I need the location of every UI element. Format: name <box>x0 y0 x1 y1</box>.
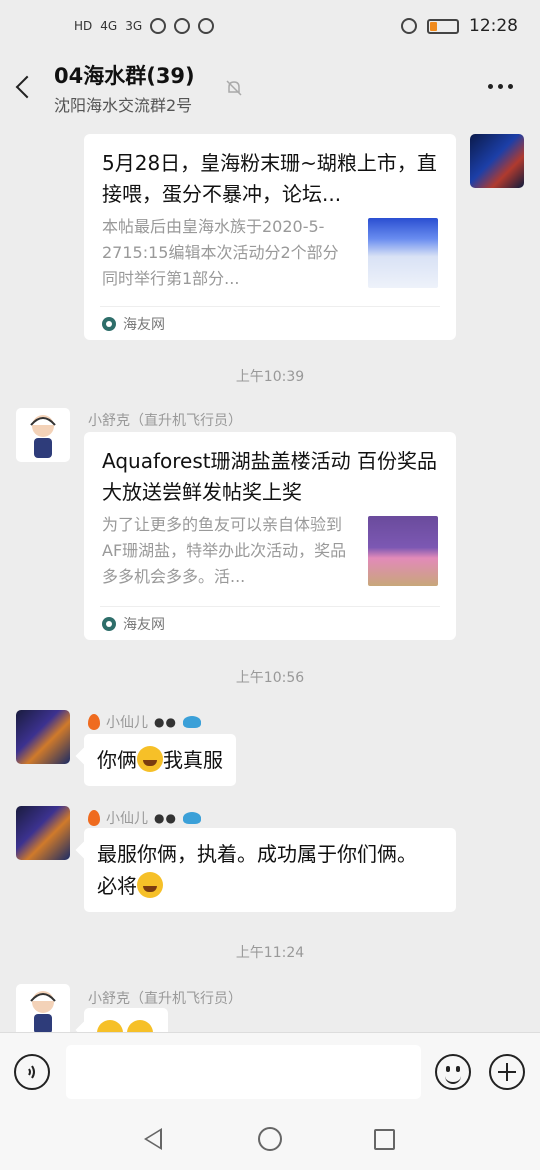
message-text: 你俩 <box>97 748 137 772</box>
hd-indicator: HD <box>74 19 93 33</box>
laughing-face-emoji-icon <box>137 872 163 898</box>
card-source-label: 海友网 <box>123 317 165 333</box>
card-thumbnail-image <box>368 516 438 586</box>
voice-wave-icon <box>28 1065 35 1079</box>
mute-bell-icon <box>226 80 242 96</box>
sender-name-text: 小舒克（直升机飞行员） <box>88 413 242 429</box>
status-left-icons: HD 4G 3G <box>74 18 215 34</box>
text-message-bubble[interactable]: 你俩 我真服 <box>84 734 236 786</box>
message-input-bar <box>0 1032 540 1112</box>
more-actions-button[interactable] <box>489 1054 525 1090</box>
message-text: 我真服 <box>163 748 223 772</box>
battery-icon <box>427 18 459 34</box>
avatar-fairy[interactable] <box>16 806 70 860</box>
sender-name: 小舒克（直升机飞行员） <box>88 410 242 430</box>
app-notification-icon <box>198 18 215 34</box>
alarm-icon <box>401 18 417 34</box>
card-title: 5月28日，皇海粉末珊~瑚粮上市，直接喂，蛋分不暴冲，论坛... <box>102 151 437 206</box>
system-home-button[interactable] <box>258 1127 282 1151</box>
flame-icon <box>88 810 100 826</box>
eyes-emoji-icon: ●● <box>154 811 177 825</box>
sender-name: 小舒克（直升机飞行员） <box>88 988 242 1008</box>
back-button[interactable] <box>14 70 40 104</box>
more-options-button[interactable] <box>488 76 518 96</box>
app-notification-icon <box>150 18 167 34</box>
link-card[interactable]: 5月28日，皇海粉末珊~瑚粮上市，直接喂，蛋分不暴冲，论坛... 本帖最后由皇海… <box>84 134 456 340</box>
eyes-emoji-icon: ●● <box>154 715 177 729</box>
app-notification-icon <box>174 18 191 34</box>
card-description: 本帖最后由皇海水族于2020-5-2715:15编辑本次活动分2个部分同时举行第… <box>102 217 339 288</box>
chat-title: 04海水群(39) <box>54 64 195 88</box>
status-right: 12:28 <box>401 16 518 36</box>
avatar-pilot[interactable] <box>16 408 70 462</box>
whale-emoji-icon <box>182 812 201 824</box>
flame-icon <box>88 714 100 730</box>
message-input[interactable] <box>66 1045 421 1099</box>
card-divider <box>100 306 440 307</box>
system-back-button[interactable] <box>144 1128 162 1150</box>
system-navigation-bar <box>0 1112 540 1170</box>
message-timestamp: 上午10:56 <box>235 670 305 686</box>
signal-4g-icon: 4G <box>100 19 118 33</box>
emoji-icon <box>127 1020 153 1032</box>
crying-face-emoji-icon <box>137 746 163 772</box>
card-source: 海友网 <box>102 314 165 334</box>
message-text: 最服你俩，执着。成功属于你们俩。 <box>97 842 417 866</box>
card-description: 为了让更多的鱼友可以亲自体验到AF珊湖盐，特举办此次活动，奖品多多机会多多。活.… <box>102 515 347 586</box>
avatar-pilot[interactable] <box>16 984 70 1032</box>
whale-emoji-icon <box>182 716 201 728</box>
message-timestamp: 上午10:39 <box>235 369 305 385</box>
card-divider <box>100 606 440 607</box>
card-source-label: 海友网 <box>123 617 165 633</box>
system-recents-button[interactable] <box>374 1129 395 1150</box>
card-source: 海友网 <box>102 614 165 634</box>
card-title: Aquaforest珊湖盐盖楼活动 百份奖品大放送尝鲜发帖奖上奖 <box>102 449 437 504</box>
status-bar: HD 4G 3G 12:28 <box>0 0 540 52</box>
message-timestamp: 上午11:24 <box>235 945 305 961</box>
emoji-icon <box>97 1020 123 1032</box>
card-thumbnail-image <box>368 218 438 288</box>
sender-name-text: 小舒克（直升机飞行员） <box>88 991 242 1007</box>
chat-subtitle: 沈阳海水交流群2号 <box>54 96 193 115</box>
chat-messages[interactable]: 5月28日，皇海粉末珊~瑚粮上市，直接喂，蛋分不暴冲，论坛... 本帖最后由皇海… <box>0 122 540 1032</box>
avatar-self[interactable] <box>470 134 524 188</box>
emoji-picker-button[interactable] <box>435 1054 471 1090</box>
status-time: 12:28 <box>469 16 518 36</box>
message-text: 必将 <box>97 874 137 898</box>
text-message-bubble[interactable]: 最服你俩，执着。成功属于你们俩。 必将 <box>84 828 456 912</box>
signal-3g-icon: 3G <box>125 19 143 33</box>
voice-input-button[interactable] <box>14 1054 50 1090</box>
chat-header: 04海水群(39) 沈阳海水交流群2号 <box>0 52 540 122</box>
sender-name-text: 小仙儿 <box>106 811 148 827</box>
source-site-icon <box>102 317 116 331</box>
chevron-left-icon <box>15 75 39 99</box>
link-card[interactable]: Aquaforest珊湖盐盖楼活动 百份奖品大放送尝鲜发帖奖上奖 为了让更多的鱼… <box>84 432 456 640</box>
sender-name: 小仙儿 ●● <box>88 712 201 732</box>
sender-name-text: 小仙儿 <box>106 715 148 731</box>
avatar-fairy[interactable] <box>16 710 70 764</box>
emoji-message-bubble[interactable] <box>84 1008 168 1032</box>
source-site-icon <box>102 617 116 631</box>
sender-name: 小仙儿 ●● <box>88 808 201 828</box>
